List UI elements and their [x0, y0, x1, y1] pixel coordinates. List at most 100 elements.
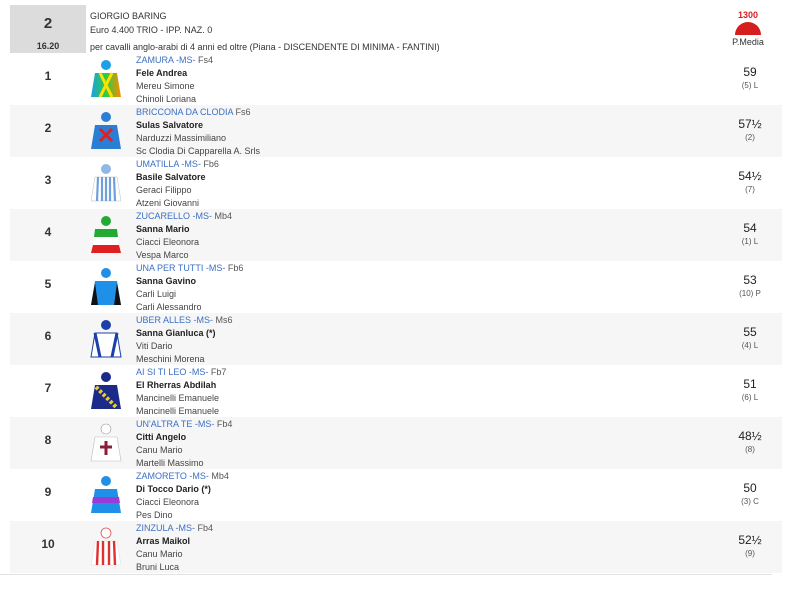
horse-suffix: -MS- — [190, 211, 213, 221]
horse-name-link[interactable]: UBER ALLES -MS- Ms6 — [136, 315, 233, 325]
horse-age-sex: Fb6 — [200, 159, 219, 169]
horse-age-sex: Fb4 — [214, 419, 233, 429]
runner-number: 9 — [44, 485, 52, 499]
jockey-name: Di Tocco Dario (*) — [136, 484, 211, 494]
owner-name: Pes Dino — [136, 510, 173, 520]
horse-age-sex: Mb4 — [208, 471, 229, 481]
silk-5-icon — [91, 268, 121, 305]
trainer-name: Ciacci Eleonora — [136, 237, 200, 247]
horse-name: ZUCARELLO — [136, 211, 191, 221]
runner-row: 2 BRICCONA DA CLODIA Fs6 Sulas Salvatore… — [10, 105, 782, 157]
post-position: (4) L — [741, 341, 759, 350]
race-prize: Euro 4.400 TRIO - IPP. NAZ. 0 — [90, 25, 213, 35]
horse-age-sex: Fs4 — [195, 55, 214, 65]
silk-9-icon — [91, 476, 121, 513]
post-position: (3) C — [741, 497, 759, 506]
race-title: GIORGIO BARING — [90, 11, 167, 21]
runner-number: 3 — [44, 173, 52, 187]
trainer-name: Carli Luigi — [136, 289, 177, 299]
owner-name: Sc Clodia Di Capparella A. Srls — [136, 146, 261, 156]
runner-row: 3 UMATILLA -MS- Fb6 Basile Salvatore Ger… — [10, 157, 782, 209]
runner-row: 6 UBER ALLES -MS- Ms6 Sanna Gianluca (*)… — [10, 313, 782, 365]
horse-name: AI SI TI LEO — [136, 367, 187, 377]
track-distance-icon: 1300 — [735, 10, 761, 35]
horse-name: UBER ALLES — [136, 315, 192, 325]
trainer-name: Narduzzi Massimiliano — [136, 133, 227, 143]
trainer-name: Mancinelli Emanuele — [136, 393, 220, 403]
silk-6-icon — [90, 320, 122, 358]
trainer-name: Viti Dario — [136, 341, 173, 351]
runner-number: 5 — [44, 277, 52, 291]
track-label: P.Media — [732, 37, 764, 47]
horse-name-link[interactable]: ZUCARELLO -MS- Mb4 — [136, 211, 232, 221]
post-position: (1) L — [741, 237, 759, 246]
horse-age-sex: Fs6 — [233, 107, 251, 117]
trainer-name: Mereu Simone — [136, 81, 195, 91]
silk-4-icon — [91, 216, 121, 253]
horse-name: UNA PER TUTTI — [136, 263, 204, 273]
horse-name-link[interactable]: UNA PER TUTTI -MS- Fb6 — [136, 263, 243, 273]
runner-number: 8 — [44, 433, 52, 447]
jockey-name: Sanna Gianluca (*) — [136, 328, 216, 338]
post-position: (2) — [745, 133, 755, 142]
trainer-name: Geraci Filippo — [136, 185, 192, 195]
jockey-name: Fele Andrea — [136, 68, 188, 78]
horse-name: UN'ALTRA TE — [136, 419, 193, 429]
runner-number: 4 — [44, 225, 52, 239]
post-position: (9) — [745, 549, 755, 558]
runner-row: 10 ZINZULA -MS- Fb4 Arras Maikol Canu Ma… — [10, 521, 782, 573]
track-badge: 1300 P.Media — [720, 8, 776, 52]
runner-number: 7 — [44, 381, 52, 395]
owner-name: Bruni Luca — [136, 562, 180, 572]
race-time: 16.20 — [36, 41, 60, 51]
weight: 54 — [743, 221, 757, 235]
runner-row: 5 UNA PER TUTTI -MS- Fb6 Sanna Gavino Ca… — [10, 261, 782, 313]
owner-name: Atzeni Giovanni — [136, 198, 200, 208]
horse-name-link[interactable]: BRICCONA DA CLODIA Fs6 — [136, 107, 251, 117]
owner-name: Meschini Morena — [136, 354, 205, 364]
runner-row: 4 ZUCARELLO -MS- Mb4 Sanna Mario Ciacci … — [10, 209, 782, 261]
horse-name-link[interactable]: UMATILLA -MS- Fb6 — [136, 159, 219, 169]
trainer-name: Ciacci Eleonora — [136, 497, 200, 507]
jockey-name: Basile Salvatore — [136, 172, 206, 182]
silk-1-icon — [91, 60, 121, 98]
jockey-name: Sanna Mario — [136, 224, 190, 234]
horse-name: UMATILLA — [136, 159, 179, 169]
trainer-name: Canu Mario — [136, 445, 183, 455]
horse-suffix: -MS- — [186, 471, 209, 481]
horse-age-sex: Fb6 — [225, 263, 244, 273]
runner-row: 9 ZAMORETO -MS- Mb4 Di Tocco Dario (*) C… — [10, 469, 782, 521]
jockey-name: Citti Angelo — [136, 432, 187, 442]
runner-row: 7 AI SI TI LEO -MS- Fb7 El Rherras Abdil… — [10, 365, 782, 417]
weight: 48½ — [738, 429, 762, 443]
race-number-box: 2 16.20 — [10, 5, 86, 53]
horse-suffix: -MS- — [178, 159, 201, 169]
horse-name-link[interactable]: UN'ALTRA TE -MS- Fb4 — [136, 419, 232, 429]
silk-3-icon — [90, 164, 122, 202]
jockey-name: Sanna Gavino — [136, 276, 197, 286]
weight: 57½ — [738, 117, 762, 131]
post-position: (8) — [745, 445, 755, 454]
weight: 52½ — [738, 533, 762, 547]
runner-number: 2 — [44, 121, 52, 135]
track-distance: 1300 — [738, 10, 758, 20]
runner-number: 1 — [44, 69, 52, 83]
weight: 51 — [743, 377, 757, 391]
weight: 54½ — [738, 169, 762, 183]
horse-name-link[interactable]: AI SI TI LEO -MS- Fb7 — [136, 367, 226, 377]
horse-name-link[interactable]: ZINZULA -MS- Fb4 — [136, 523, 213, 533]
horse-age-sex: Mb4 — [212, 211, 233, 221]
horse-suffix: -MS- — [173, 55, 196, 65]
owner-name: Vespa Marco — [136, 250, 189, 260]
horse-name-link[interactable]: ZAMURA -MS- Fs4 — [136, 55, 213, 65]
post-position: (7) — [745, 185, 755, 194]
horse-name: ZINZULA — [136, 523, 174, 533]
horse-age-sex: Fb7 — [208, 367, 227, 377]
horse-name-link[interactable]: ZAMORETO -MS- Mb4 — [136, 471, 229, 481]
race-number: 2 — [43, 15, 53, 32]
horse-suffix: -MS- — [203, 263, 226, 273]
silk-8-icon — [90, 423, 122, 462]
runner-row: 1 ZAMURA -MS- Fs4 Fele Andrea Mereu Simo… — [10, 53, 782, 105]
horse-name: BRICCONA DA CLODIA — [136, 107, 234, 117]
jockey-name: El Rherras Abdilah — [136, 380, 217, 390]
